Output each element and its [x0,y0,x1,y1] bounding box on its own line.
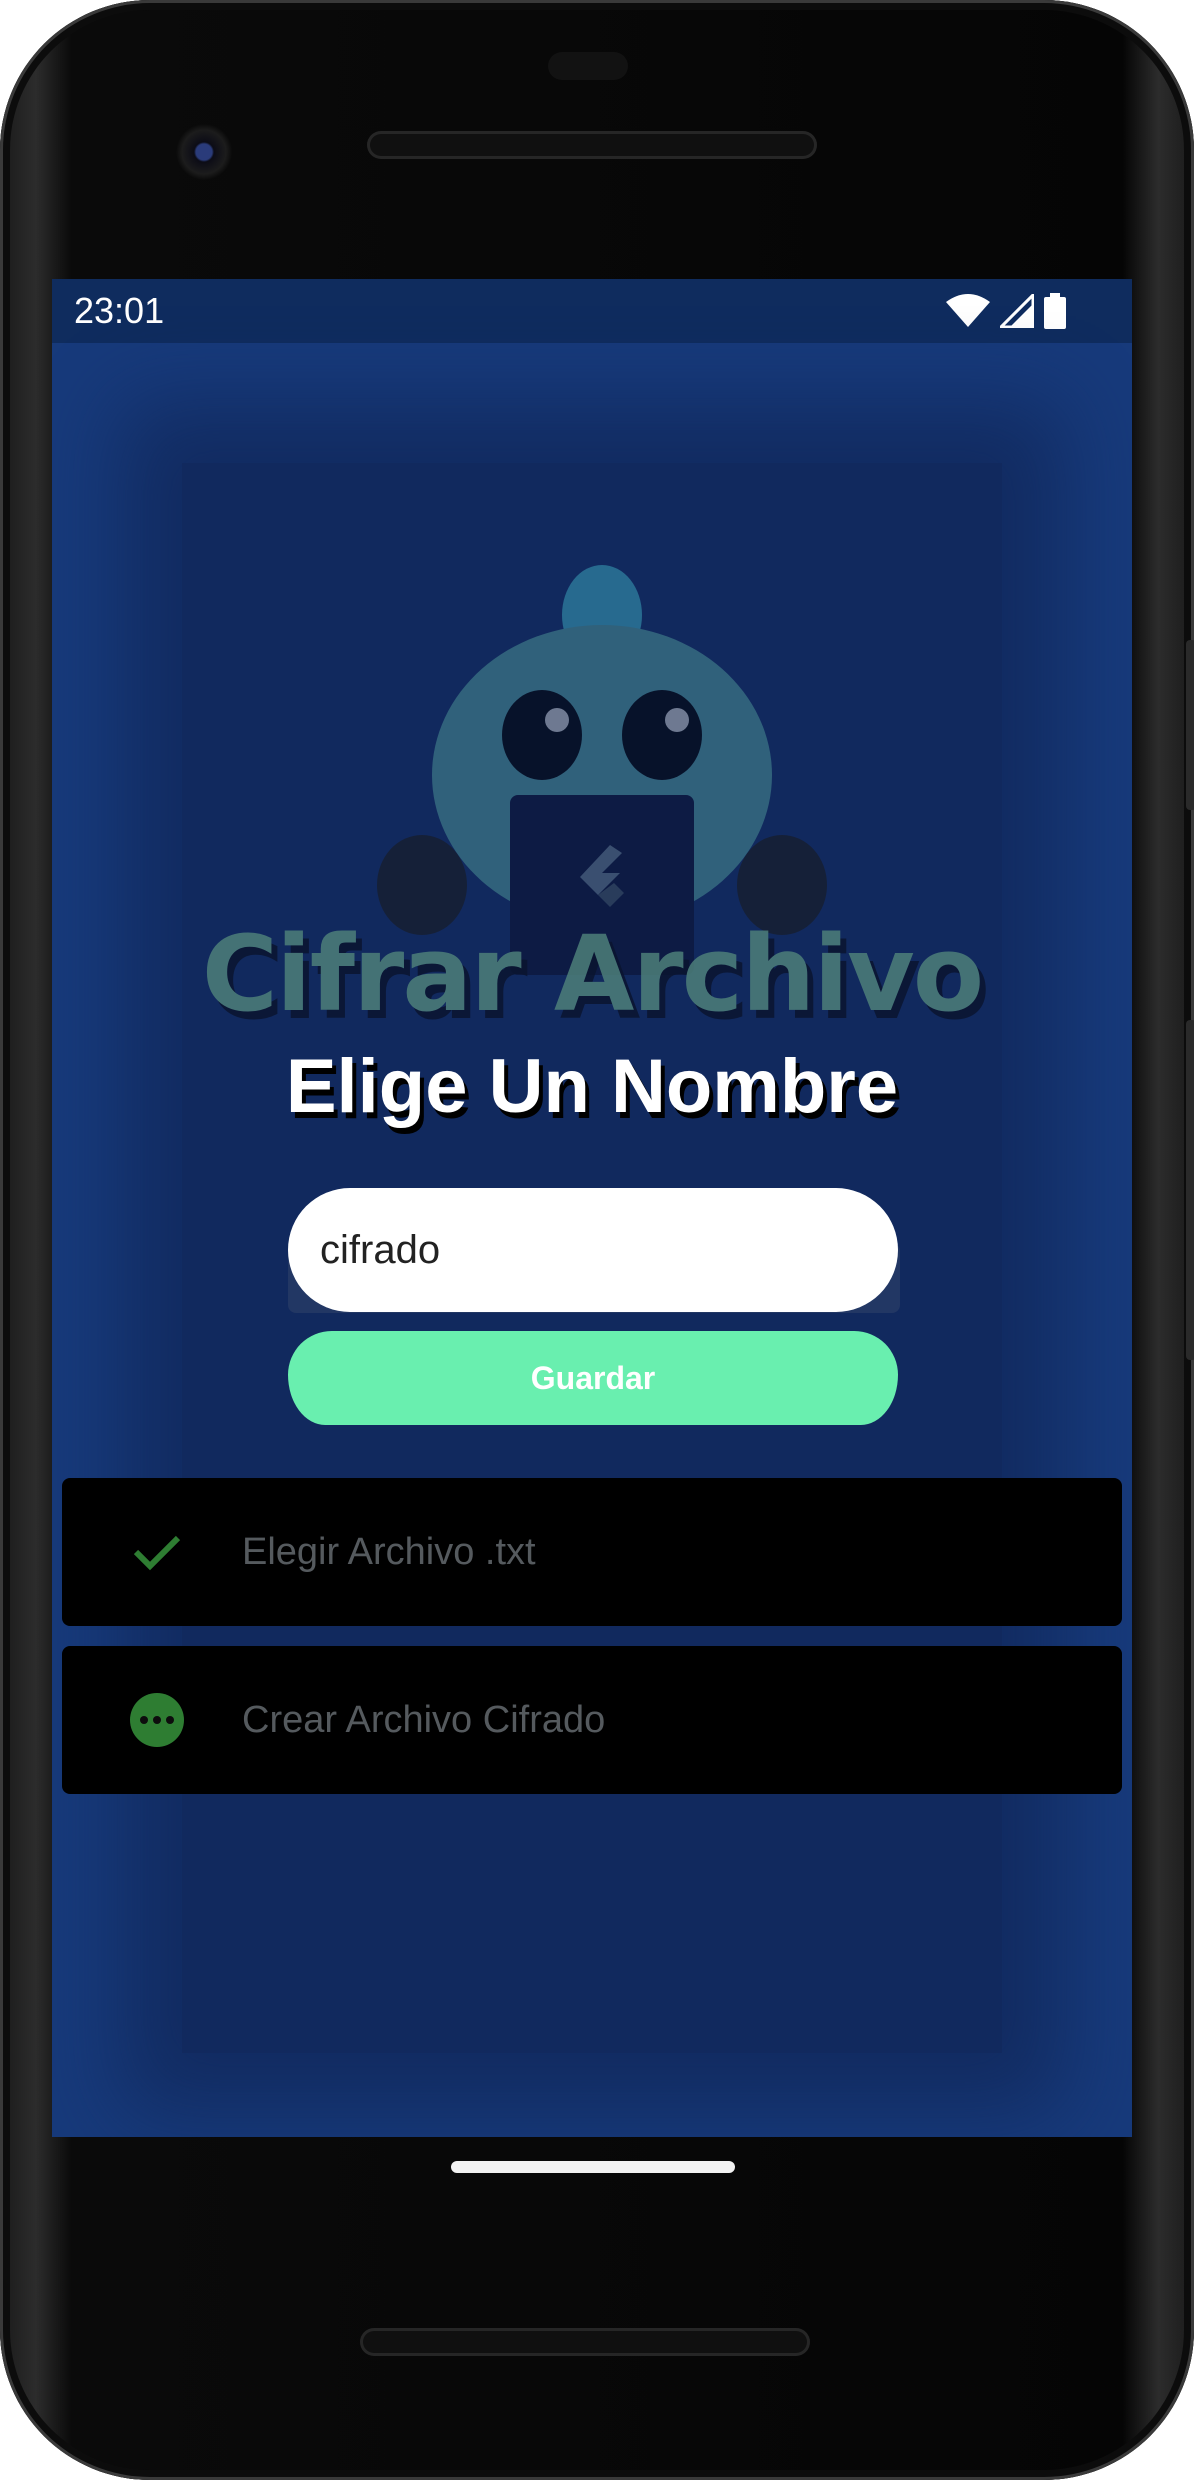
status-bar: 23:01 [52,279,1132,343]
check-icon [102,1522,212,1582]
front-camera-icon [176,124,232,180]
status-time: 23:01 [74,290,165,331]
save-button[interactable]: Guardar [288,1331,898,1425]
more-horiz-icon [130,1693,184,1747]
top-speaker-grille [367,131,817,159]
gesture-nav-handle[interactable] [451,2161,735,2173]
step-label: Elegir Archivo .txt [242,1530,536,1573]
file-name-input[interactable] [288,1188,898,1312]
earpiece [548,52,628,80]
cell-signal-icon [1000,294,1034,328]
app-content: Cifrar Archivo Elige Un Nombre Guardar E… [52,343,1132,2137]
wifi-icon [946,294,990,327]
power-button [1186,640,1194,810]
step-row-create-encrypted-file[interactable]: Crear Archivo Cifrado [62,1646,1122,1794]
status-icons [946,293,1066,329]
bottom-speaker-grille [360,2328,810,2356]
background-title: Cifrar Archivo [201,913,985,1035]
dialog-title: Elige Un Nombre [285,1044,899,1129]
step-row-choose-file[interactable]: Elegir Archivo .txt [62,1478,1122,1626]
phone-frame: 23:01 Cifrar Archivo Elige Un Nombre cif… [0,0,1194,2480]
volume-button [1186,1020,1194,1360]
step-icon-container [102,1690,212,1750]
screen: 23:01 Cifrar Archivo Elige Un Nombre cif… [52,279,1132,2137]
step-label: Crear Archivo Cifrado [242,1698,606,1741]
battery-icon [1044,293,1066,329]
